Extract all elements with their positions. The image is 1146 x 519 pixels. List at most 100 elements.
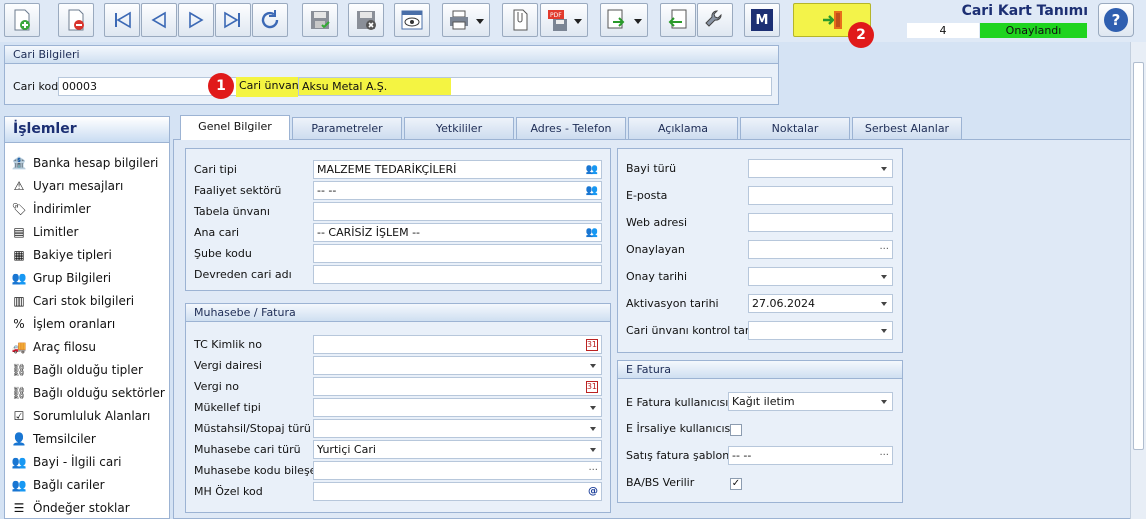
muhasebe-input[interactable] (313, 356, 602, 375)
group-icon: 👥 (11, 271, 27, 285)
genel-input[interactable]: -- CARİSİZ İŞLEM -- 👥 (313, 223, 602, 242)
sidebar-item[interactable]: 👥 Bayi - İlgili cari (11, 452, 122, 472)
print-icon (450, 10, 468, 30)
genel-label: Şube kodu (194, 247, 252, 260)
sidebar-item[interactable]: ▤ Limitler (11, 222, 78, 242)
prev-record-button[interactable] (141, 3, 177, 37)
email-icon[interactable]: @ (588, 483, 598, 500)
bayi-input[interactable]: ··· (748, 240, 893, 259)
bayi-label: Onaylayan (626, 243, 685, 256)
bayi-input[interactable]: 27.06.2024 (748, 294, 893, 313)
sidebar-item-label: Sorumluluk Alanları (33, 409, 151, 423)
exit-icon (823, 11, 842, 29)
import-button[interactable] (660, 3, 696, 37)
muhasebe-input[interactable]: Yurtiçi Cari (313, 440, 602, 459)
pdf-export-button[interactable]: PDF (540, 3, 588, 37)
sidebar-item[interactable]: ☑ Sorumluluk Alanları (11, 406, 151, 426)
help-button[interactable]: ? (1098, 3, 1134, 37)
last-record-button[interactable] (215, 3, 251, 37)
eirsaliye-checkbox[interactable] (730, 424, 742, 436)
sidebar-item[interactable]: ⛓ Bağlı olduğu sektörler (11, 383, 164, 403)
sablon-input[interactable]: -- -- ··· (728, 446, 893, 465)
muhasebe-input[interactable]: 31 (313, 335, 602, 354)
sidebar-item[interactable]: 🏦 Banka hesap bilgileri (11, 153, 159, 173)
chevron-down-icon (881, 167, 887, 174)
muhasebe-label: Müstahsil/Stopaj türü (194, 422, 311, 435)
refresh-icon (261, 10, 279, 29)
bayi-input[interactable] (748, 321, 893, 340)
sidebar-item[interactable]: 👥 Bağlı cariler (11, 475, 105, 495)
eirsaliye-label: E İrsaliye kullanıcısı (626, 422, 734, 435)
bayi-input[interactable] (748, 267, 893, 286)
muhasebe-input[interactable]: @ (313, 482, 602, 501)
tab-3[interactable]: Adres - Telefon (516, 117, 626, 139)
bayi-input[interactable] (748, 213, 893, 232)
calendar-icon[interactable]: 31 (585, 339, 598, 351)
tab-2[interactable]: Yetkililer (404, 117, 514, 139)
efatura-user-select[interactable]: Kağıt iletim (728, 392, 893, 411)
tab-1[interactable]: Parametreler (292, 117, 402, 139)
sidebar-item[interactable]: ☰ Öndeğer stoklar (11, 498, 130, 518)
callout-badge-1: 1 (208, 73, 234, 99)
delete-button[interactable] (58, 3, 94, 37)
tab-5[interactable]: Noktalar (740, 117, 850, 139)
people-icon[interactable]: 👥 (586, 224, 598, 241)
print-button[interactable] (442, 3, 490, 37)
preview-icon (401, 10, 423, 30)
first-record-button[interactable] (104, 3, 140, 37)
people-icon[interactable]: 👥 (586, 161, 598, 178)
sidebar-item[interactable]: ▥ Cari stok bilgileri (11, 291, 134, 311)
sidebar-item-label: Limitler (33, 225, 79, 239)
sidebar-item[interactable]: 👤 Temsilciler (11, 429, 96, 449)
cari-unvani-input[interactable]: Aksu Metal A.Ş. (298, 77, 772, 96)
bayi-input[interactable] (748, 159, 893, 178)
ellipsis-icon[interactable]: ··· (588, 462, 598, 479)
preview-button[interactable] (394, 3, 430, 37)
bayi-value: 27.06.2024 (752, 297, 815, 310)
next-record-button[interactable] (178, 3, 214, 37)
genel-input[interactable] (313, 202, 602, 221)
genel-input[interactable] (313, 265, 602, 284)
bank-icon: 🏦 (11, 156, 27, 170)
scroll-thumb[interactable] (1133, 62, 1144, 450)
sidebar-item[interactable]: 🏷 İndirimler (11, 199, 90, 219)
people-icon[interactable]: 👥 (586, 182, 598, 199)
tab-4[interactable]: Açıklama (628, 117, 738, 139)
m-icon: M (751, 9, 773, 31)
tab-6[interactable]: Serbest Alanlar (852, 117, 962, 139)
sidebar-item-label: Cari stok bilgileri (33, 294, 135, 308)
m-button[interactable]: M (744, 3, 780, 37)
attach-button[interactable] (502, 3, 538, 37)
muhasebe-input[interactable] (313, 419, 602, 438)
export-button[interactable] (600, 3, 648, 37)
tab-0[interactable]: Genel Bilgiler (180, 115, 290, 140)
refresh-button[interactable] (252, 3, 288, 37)
muhasebe-input[interactable]: ··· (313, 461, 602, 480)
vertical-scrollbar[interactable] (1130, 42, 1146, 519)
help-icon: ? (1104, 8, 1128, 32)
efatura-user-value: Kağıt iletim (732, 395, 795, 408)
genel-input[interactable]: MALZEME TEDARİKÇİLERİ 👥 (313, 160, 602, 179)
sidebar-item[interactable]: ⛓ Bağlı olduğu tipler (11, 360, 143, 380)
bayi-input[interactable] (748, 186, 893, 205)
tools-button[interactable] (697, 3, 733, 37)
cancel-save-icon (357, 11, 376, 30)
babs-checkbox[interactable]: ✓ (730, 478, 742, 490)
muhasebe-input[interactable]: 31 (313, 377, 602, 396)
new-button[interactable] (4, 3, 40, 37)
sidebar-item[interactable]: ⚠ Uyarı mesajları (11, 176, 124, 196)
cancel-save-button[interactable] (348, 3, 384, 37)
responsibility-icon: ☑ (13, 409, 25, 423)
save-button[interactable] (302, 3, 338, 37)
calendar-icon[interactable]: 31 (585, 381, 598, 393)
sidebar-item[interactable]: ▦ Bakiye tipleri (11, 245, 111, 265)
genel-input[interactable] (313, 244, 602, 263)
sidebar-item[interactable]: % İşlem oranları (11, 314, 115, 334)
muhasebe-input[interactable] (313, 398, 602, 417)
sidebar-item-label: Banka hesap bilgileri (33, 156, 159, 170)
ellipsis-icon[interactable]: ··· (879, 241, 889, 258)
svg-text:PDF: PDF (550, 12, 562, 19)
sidebar-item[interactable]: 🚚 Araç filosu (11, 337, 96, 357)
genel-input[interactable]: -- -- 👥 (313, 181, 602, 200)
sidebar-item[interactable]: 👥 Grup Bilgileri (11, 268, 112, 288)
